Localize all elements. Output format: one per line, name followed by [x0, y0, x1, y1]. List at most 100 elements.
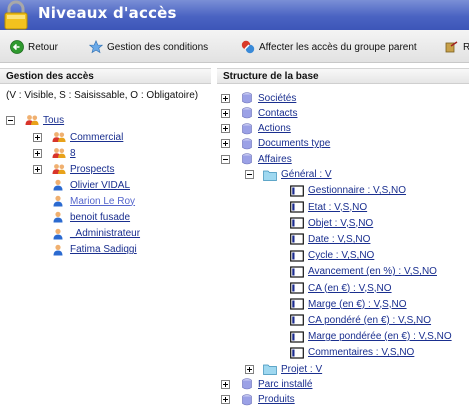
table-node[interactable]: Contacts [221, 106, 297, 120]
expand-icon[interactable] [221, 139, 230, 149]
field-node[interactable]: Date : V,S,NO [290, 232, 370, 246]
expand-icon[interactable] [33, 132, 42, 142]
expand-icon[interactable] [221, 124, 230, 134]
tree-node-user[interactable]: Olivier VIDAL [52, 178, 130, 192]
gestion-conditions-label: Gestion des conditions [107, 41, 209, 53]
tree-node-user[interactable]: Fatima Sadiqgi [52, 243, 137, 257]
field-node-label[interactable]: Cycle : V,S,NO [308, 250, 374, 261]
expand-icon[interactable] [33, 164, 42, 174]
section-projet[interactable]: Projet : V [245, 362, 322, 376]
expand-icon[interactable] [33, 148, 42, 158]
expand-icon[interactable] [221, 93, 230, 103]
section-general-label[interactable]: Général : V [281, 169, 332, 180]
tree-node-user-label[interactable]: benoit fusade [70, 212, 130, 223]
transfer-icon [241, 40, 255, 54]
field-node-label[interactable]: Objet : V,S,NO [308, 218, 373, 229]
field-node[interactable]: Marge pondérée (en €) : V,S,NO [290, 330, 452, 344]
field-node[interactable]: Cycle : V,S,NO [290, 249, 374, 263]
field-node-label[interactable]: Date : V,S,NO [308, 234, 370, 245]
table-node-label[interactable]: Affaires [258, 154, 292, 165]
field-icon [290, 266, 304, 278]
field-icon [290, 330, 304, 343]
table-node-label[interactable]: Documents type [258, 138, 330, 149]
table-node-label[interactable]: Contacts [258, 108, 297, 119]
cut-off-icon [445, 41, 458, 53]
gestion-conditions-button[interactable]: Gestion des conditions [89, 39, 208, 55]
field-node-label[interactable]: CA pondéré (en €) : V,S,NO [308, 315, 431, 326]
collapse-icon[interactable] [245, 170, 254, 179]
field-node-label[interactable]: Marge (en €) : V,S,NO [308, 299, 407, 310]
field-node[interactable]: CA (en €) : V,S,NO [290, 281, 392, 295]
tree-node-group-label[interactable]: Prospects [70, 164, 114, 175]
field-node-label[interactable]: Commentaires : V,S,NO [308, 347, 414, 358]
field-node[interactable]: Marge (en €) : V,S,NO [290, 297, 407, 311]
tree-node-user[interactable]: Marion Le Roy [52, 194, 135, 208]
field-node-label[interactable]: Gestionnaire : V,S,NO [308, 185, 406, 196]
toolbar: Retour Gestion des conditions Affecter l… [0, 30, 469, 63]
field-node-label[interactable]: CA (en €) : V,S,NO [308, 283, 392, 294]
database-icon [242, 122, 252, 134]
field-node[interactable]: Objet : V,S,NO [290, 216, 373, 230]
table-node[interactable]: Affaires [221, 152, 292, 166]
lock-icon [4, 0, 28, 30]
user-icon [53, 228, 63, 240]
field-icon [290, 185, 304, 197]
tree-node-user-label[interactable]: _Administrateur [70, 228, 140, 239]
table-node[interactable]: Parc installé [221, 377, 312, 391]
section-projet-label[interactable]: Projet : V [281, 364, 322, 375]
table-node[interactable]: Documents type [221, 137, 330, 151]
table-node[interactable]: Sociétés [221, 91, 296, 105]
field-icon [290, 282, 304, 294]
tree-node-group[interactable]: Prospects [33, 162, 114, 176]
expand-icon[interactable] [245, 364, 254, 374]
tree-node-user-label[interactable]: Olivier VIDAL [70, 180, 130, 191]
back-arrow-icon [10, 40, 24, 54]
tree-node-user-label[interactable]: Fatima Sadiqgi [70, 244, 137, 255]
toolbar-item-re[interactable]: Re [445, 39, 469, 55]
expand-icon[interactable] [221, 395, 230, 405]
tree-node-tous-label[interactable]: Tous [43, 115, 64, 126]
field-node[interactable]: Avancement (en %) : V,S,NO [290, 265, 437, 279]
affecter-acces-label: Affecter les accès du groupe parent [259, 41, 417, 53]
field-node[interactable]: Etat : V,S,NO [290, 200, 367, 214]
tree-node-user[interactable]: _Administrateur [52, 227, 140, 241]
field-icon [290, 217, 304, 229]
tree-node-group-label[interactable]: 8 [70, 148, 76, 159]
expand-icon[interactable] [221, 379, 230, 389]
tree-node-user-label[interactable]: Marion Le Roy [70, 196, 135, 207]
user-icon [53, 195, 63, 207]
collapse-icon[interactable] [6, 115, 15, 125]
tree-node-group[interactable]: 8 [33, 146, 76, 160]
field-node-label[interactable]: Etat : V,S,NO [308, 202, 367, 213]
field-node[interactable]: Commentaires : V,S,NO [290, 346, 414, 360]
field-node-label[interactable]: Marge pondérée (en €) : V,S,NO [308, 331, 452, 342]
database-icon [242, 393, 252, 405]
database-icon [242, 92, 252, 104]
tree-node-group[interactable]: Commercial [33, 130, 123, 144]
field-icon [290, 347, 304, 359]
collapse-icon[interactable] [221, 154, 230, 164]
panel-splitter[interactable] [211, 64, 217, 419]
table-node-label[interactable]: Actions [258, 123, 291, 134]
table-node[interactable]: Produits [221, 393, 295, 407]
retour-label: Retour [28, 41, 59, 53]
tree-node-user[interactable]: benoit fusade [52, 210, 130, 224]
field-node[interactable]: Gestionnaire : V,S,NO [290, 184, 406, 198]
table-node[interactable]: Actions [221, 122, 291, 136]
toolbar-re-label: Re [463, 41, 469, 53]
window-title: Niveaux d'accès [38, 4, 177, 22]
affecter-acces-button[interactable]: Affecter les accès du groupe parent [241, 39, 417, 55]
table-node-label[interactable]: Sociétés [258, 93, 296, 104]
field-icon [290, 233, 304, 245]
field-node[interactable]: CA pondéré (en €) : V,S,NO [290, 313, 431, 327]
tree-node-group-label[interactable]: Commercial [70, 132, 123, 143]
table-node-label[interactable]: Parc installé [258, 379, 312, 390]
field-node-label[interactable]: Avancement (en %) : V,S,NO [308, 266, 437, 277]
user-icon [53, 179, 63, 191]
retour-button[interactable]: Retour [10, 39, 58, 55]
user-icon [53, 212, 63, 223]
table-node-label[interactable]: Produits [258, 394, 295, 405]
tree-node-tous[interactable]: Tous [6, 113, 64, 127]
section-general[interactable]: Général : V [245, 168, 332, 182]
expand-icon[interactable] [221, 108, 230, 118]
